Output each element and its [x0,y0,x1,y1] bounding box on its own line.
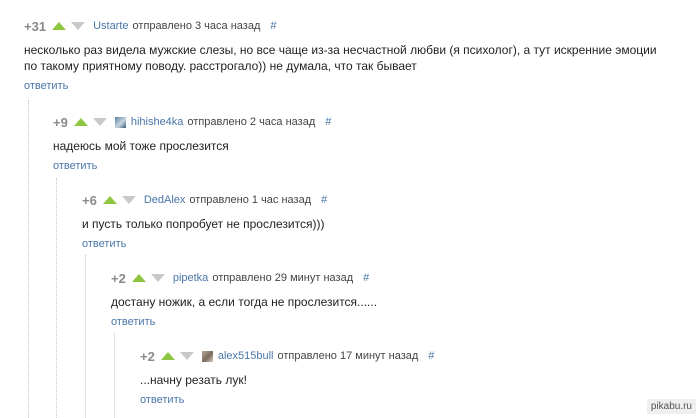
comment-text-line: достану ножик, а если тогда не прослезит… [111,295,378,309]
thread-line [28,100,29,418]
upvote-icon[interactable] [73,118,88,126]
downvote-icon[interactable] [92,118,107,126]
comment: +2 alex515bull отправлено 17 минут назад… [140,348,670,408]
comment-timestamp: отправлено 29 минут назад [212,272,354,284]
comment-text: ...начну резать лук! [140,372,670,388]
comment: +2 pipetka отправлено 29 минут назад # д… [111,270,671,330]
comment-permalink[interactable]: # [363,272,369,284]
reply-link[interactable]: ответить [140,394,184,406]
thread-line [56,178,57,418]
comment-author[interactable]: hihishe4ka [131,116,184,128]
comment-meta: +2 pipetka отправлено 29 минут назад # [111,270,671,286]
comment-permalink[interactable]: # [325,116,331,128]
comment-meta: +9 hihishe4ka отправлено 2 часа назад # [53,114,673,130]
comment-timestamp: отправлено 3 часа назад [132,20,261,32]
upvote-icon[interactable] [52,22,67,30]
comment-text: надеюсь мой тоже прослезится [53,138,673,154]
upvote-icon[interactable] [131,274,146,282]
comment-permalink[interactable]: # [270,20,276,32]
downvote-icon[interactable] [71,22,86,30]
user-avatar-icon[interactable] [114,116,126,128]
comment-meta: +2 alex515bull отправлено 17 минут назад… [140,348,670,364]
comment-author[interactable]: DedAlex [144,194,186,206]
comment-author[interactable]: pipetka [173,272,208,284]
comment-timestamp: отправлено 1 час назад [189,194,312,206]
comment-rating: +9 [53,114,68,130]
comment: +9 hihishe4ka отправлено 2 часа назад # … [53,114,673,174]
reply-link[interactable]: ответить [111,316,155,328]
comment: +6 DedAlex отправлено 1 час назад # и пу… [82,192,672,252]
comment-text-line: по такому приятному поводу. расстрогало)… [24,59,417,73]
comment-text-line: и пусть только попробует не прослезится)… [82,217,325,231]
comment-rating: +6 [82,192,97,208]
downvote-icon[interactable] [179,352,194,360]
comment-text: достану ножик, а если тогда не прослезит… [111,294,671,310]
comment-meta: +6 DedAlex отправлено 1 час назад # [82,192,672,208]
comment-rating: +31 [24,18,47,34]
comment-meta: +31 Ustarte отправлено 3 часа назад # [24,18,694,34]
comment-rating: +2 [111,270,126,286]
comment-author[interactable]: alex515bull [218,350,274,362]
watermark: pikabu.ru [646,399,696,414]
downvote-icon[interactable] [150,274,165,282]
comment-text: и пусть только попробует не прослезится)… [82,216,672,232]
thread-line [114,333,115,418]
comment-text-line: ...начну резать лук! [140,373,247,387]
comment-rating: +2 [140,348,155,364]
comment: +31 Ustarte отправлено 3 часа назад # не… [24,18,694,94]
reply-link[interactable]: ответить [24,80,68,92]
comment-text-line: несколько раз видела мужские слезы, но в… [24,43,657,57]
comment-author[interactable]: Ustarte [93,20,128,32]
reply-link[interactable]: ответить [53,160,97,172]
user-avatar-icon[interactable] [201,350,213,362]
upvote-icon[interactable] [160,352,175,360]
comment-text: несколько раз видела мужские слезы, но в… [24,42,694,74]
comment-permalink[interactable]: # [321,194,327,206]
comment-timestamp: отправлено 17 минут назад [277,350,419,362]
comment-text-line: надеюсь мой тоже прослезится [53,139,229,153]
reply-link[interactable]: ответить [82,238,126,250]
upvote-icon[interactable] [102,196,117,204]
comment-timestamp: отправлено 2 часа назад [187,116,316,128]
comment-permalink[interactable]: # [428,350,434,362]
thread-line [85,255,86,418]
downvote-icon[interactable] [121,196,136,204]
